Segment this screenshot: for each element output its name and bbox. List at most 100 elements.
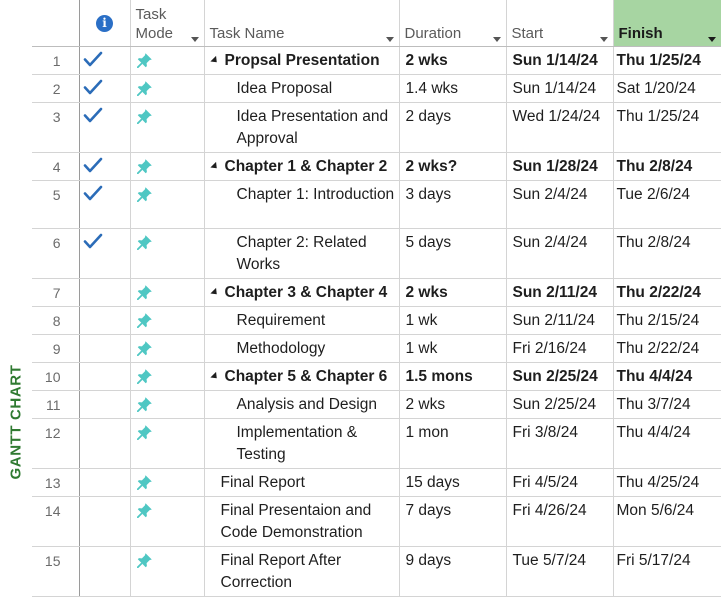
pushpin-icon[interactable] xyxy=(136,52,153,68)
dropdown-arrow-icon[interactable] xyxy=(385,37,394,42)
row-number[interactable]: 7 xyxy=(32,278,80,307)
indicator-cell[interactable] xyxy=(79,180,131,229)
finish-cell[interactable]: Tue 2/6/24 xyxy=(613,180,721,229)
duration-cell[interactable]: 2 days xyxy=(399,102,507,153)
task-name-cell[interactable]: Final Report After Correction xyxy=(204,546,400,597)
task-mode-cell[interactable] xyxy=(130,228,205,279)
finish-cell[interactable]: Thu 4/4/24 xyxy=(613,418,721,469)
dropdown-arrow-icon[interactable] xyxy=(190,37,199,42)
start-cell[interactable]: Sun 2/25/24 xyxy=(506,390,614,419)
duration-cell[interactable]: 1 wk xyxy=(399,334,507,363)
finish-cell[interactable]: Thu 4/25/24 xyxy=(613,468,721,497)
task-mode-cell[interactable] xyxy=(130,278,205,307)
duration-header[interactable]: Duration xyxy=(399,0,507,47)
task-name-cell[interactable]: Idea Proposal xyxy=(204,74,400,103)
duration-cell[interactable]: 1 wk xyxy=(399,306,507,335)
row-number[interactable]: 8 xyxy=(32,306,80,335)
pushpin-icon[interactable] xyxy=(136,234,153,250)
table-row[interactable]: 2 Idea Proposal 1.4 wks Sun 1/14/24 Sat 1/20… xyxy=(32,74,721,103)
table-row[interactable]: 12 Implementation & Testing 1 mon Fri 3/8/2… xyxy=(32,418,721,469)
indicator-cell[interactable] xyxy=(79,390,131,419)
indicator-cell[interactable] xyxy=(79,468,131,497)
pushpin-icon[interactable] xyxy=(136,158,153,174)
task-mode-cell[interactable] xyxy=(130,152,205,181)
pushpin-icon[interactable] xyxy=(136,502,153,518)
start-cell[interactable]: Sun 2/4/24 xyxy=(506,180,614,229)
task-mode-cell[interactable] xyxy=(130,468,205,497)
finish-cell[interactable]: Thu 2/22/24 xyxy=(613,334,721,363)
pushpin-icon[interactable] xyxy=(136,396,153,412)
duration-cell[interactable]: 1.4 wks xyxy=(399,74,507,103)
indicator-cell[interactable] xyxy=(79,334,131,363)
start-cell[interactable]: Fri 4/26/24 xyxy=(506,496,614,547)
duration-cell[interactable]: 9 days xyxy=(399,546,507,597)
dropdown-arrow-icon[interactable] xyxy=(492,37,501,42)
task-mode-cell[interactable] xyxy=(130,306,205,335)
task-name-cell[interactable]: Propsal Presentation xyxy=(204,46,400,75)
pushpin-icon[interactable] xyxy=(136,186,153,202)
row-number[interactable]: 12 xyxy=(32,418,80,469)
start-cell[interactable]: Sun 1/28/24 xyxy=(506,152,614,181)
task-name-cell[interactable]: Chapter 2: Related Works xyxy=(204,228,400,279)
table-row[interactable]: 6 Chapter 2: Related Works 5 days Sun 2/4/2… xyxy=(32,228,721,279)
start-cell[interactable]: Sun 2/11/24 xyxy=(506,278,614,307)
task-name-cell[interactable]: Chapter 1: Introduction xyxy=(204,180,400,229)
row-number[interactable]: 6 xyxy=(32,228,80,279)
start-cell[interactable]: Fri 2/16/24 xyxy=(506,334,614,363)
task-mode-cell[interactable] xyxy=(130,334,205,363)
pushpin-icon[interactable] xyxy=(136,368,153,384)
pushpin-icon[interactable] xyxy=(136,424,153,440)
pushpin-icon[interactable] xyxy=(136,108,153,124)
indicator-cell[interactable] xyxy=(79,74,131,103)
start-cell[interactable]: Wed 1/24/24 xyxy=(506,102,614,153)
dropdown-arrow-icon[interactable] xyxy=(707,37,716,42)
dropdown-arrow-icon[interactable] xyxy=(599,37,608,42)
pushpin-icon[interactable] xyxy=(136,474,153,490)
task-mode-cell[interactable] xyxy=(130,546,205,597)
row-number[interactable]: 9 xyxy=(32,334,80,363)
task-mode-cell[interactable] xyxy=(130,418,205,469)
finish-cell[interactable]: Sat 1/20/24 xyxy=(613,74,721,103)
task-name-cell[interactable]: Idea Presentation and Approval xyxy=(204,102,400,153)
start-header[interactable]: Start xyxy=(506,0,614,47)
task-mode-cell[interactable] xyxy=(130,180,205,229)
start-cell[interactable]: Sun 2/25/24 xyxy=(506,362,614,391)
collapse-triangle-icon[interactable] xyxy=(209,371,220,382)
table-row[interactable]: 7 Chapter 3 & Chapter 4 2 wks Sun 2/11/24 Th… xyxy=(32,278,721,307)
table-row[interactable]: 15 Final Report After Correction 9 days Tue… xyxy=(32,546,721,597)
table-row[interactable]: 5 Chapter 1: Introduction 3 days Sun 2/4/24… xyxy=(32,180,721,229)
pushpin-icon[interactable] xyxy=(136,80,153,96)
table-row[interactable]: 8 Requirement 1 wk Sun 2/11/24 Thu 2/15/24 xyxy=(32,306,721,335)
duration-cell[interactable]: 2 wks xyxy=(399,278,507,307)
pushpin-icon[interactable] xyxy=(136,552,153,568)
duration-cell[interactable]: 7 days xyxy=(399,496,507,547)
table-row[interactable]: 14 Final Presentaion and Code Demonstrati… xyxy=(32,496,721,547)
duration-cell[interactable]: 1.5 mons xyxy=(399,362,507,391)
row-number[interactable]: 10 xyxy=(32,362,80,391)
duration-cell[interactable]: 5 days xyxy=(399,228,507,279)
indicator-cell[interactable] xyxy=(79,496,131,547)
indicator-cell[interactable] xyxy=(79,102,131,153)
finish-cell[interactable]: Thu 1/25/24 xyxy=(613,102,721,153)
table-row[interactable]: 11 Analysis and Design 2 wks Sun 2/25/24 Thu… xyxy=(32,390,721,419)
indicator-cell[interactable] xyxy=(79,546,131,597)
finish-cell[interactable]: Thu 2/15/24 xyxy=(613,306,721,335)
pushpin-icon[interactable] xyxy=(136,284,153,300)
row-number[interactable]: 5 xyxy=(32,180,80,229)
start-cell[interactable]: Tue 5/7/24 xyxy=(506,546,614,597)
duration-cell[interactable]: 1 mon xyxy=(399,418,507,469)
task-name-cell[interactable]: Analysis and Design xyxy=(204,390,400,419)
indicator-cell[interactable] xyxy=(79,46,131,75)
task-mode-cell[interactable] xyxy=(130,362,205,391)
indicator-cell[interactable] xyxy=(79,418,131,469)
duration-cell[interactable]: 15 days xyxy=(399,468,507,497)
row-number[interactable]: 3 xyxy=(32,102,80,153)
row-number[interactable]: 15 xyxy=(32,546,80,597)
task-mode-cell[interactable] xyxy=(130,102,205,153)
table-row[interactable]: 10 Chapter 5 & Chapter 6 1.5 mons Sun 2/25/… xyxy=(32,362,721,391)
table-row[interactable]: 1 Propsal Presentation 2 wks Sun 1/14/24 Thu… xyxy=(32,46,721,75)
finish-cell[interactable]: Thu 3/7/24 xyxy=(613,390,721,419)
task-name-cell[interactable]: Final Report xyxy=(204,468,400,497)
start-cell[interactable]: Sun 2/11/24 xyxy=(506,306,614,335)
start-cell[interactable]: Sun 2/4/24 xyxy=(506,228,614,279)
